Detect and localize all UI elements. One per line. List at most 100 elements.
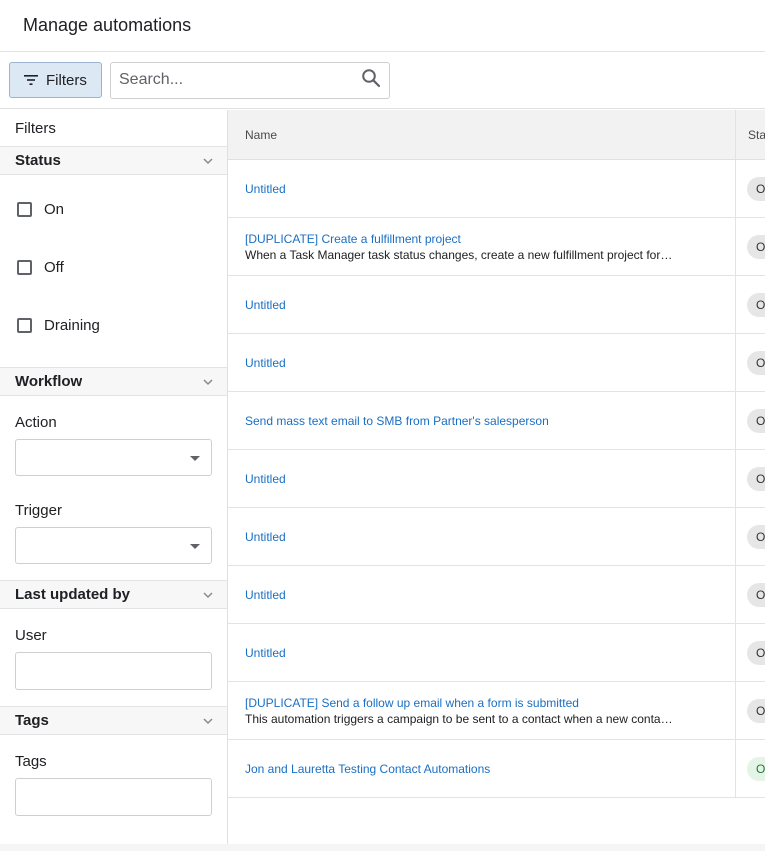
table-row[interactable]: [DUPLICATE] Send a follow up email when … [228, 682, 765, 740]
name-cell: [DUPLICATE] Send a follow up email when … [245, 682, 715, 739]
status-badge: O [747, 641, 765, 665]
column-divider [735, 508, 736, 565]
column-divider [735, 218, 736, 275]
last-updated-section-header[interactable]: Last updated by [0, 580, 227, 609]
checkbox[interactable] [17, 317, 32, 333]
table-header: Name Sta [228, 110, 765, 160]
name-cell: [DUPLICATE] Create a fulfillment project… [245, 218, 715, 275]
column-header-status[interactable]: Sta [748, 110, 765, 159]
workflow-section-label: Workflow [15, 373, 83, 390]
table-row[interactable]: Untitled O [228, 160, 765, 218]
chevron-down-icon[interactable] [201, 154, 215, 168]
tags-section-label: Tags [15, 712, 49, 729]
name-cell: Untitled [245, 624, 715, 681]
column-divider [735, 624, 736, 681]
automation-name-link[interactable]: Untitled [245, 645, 715, 661]
chevron-down-icon[interactable] [201, 375, 215, 389]
automation-name-link[interactable]: Send mass text email to SMB from Partner… [245, 413, 715, 429]
column-divider [735, 110, 736, 159]
status-badge: O [747, 409, 765, 433]
search-box[interactable] [110, 61, 390, 99]
name-cell: Send mass text email to SMB from Partner… [245, 392, 715, 449]
status-badge: O [747, 757, 765, 781]
column-divider [735, 682, 736, 739]
automation-name-link[interactable]: [DUPLICATE] Create a fulfillment project [245, 231, 715, 247]
automation-name-link[interactable]: Untitled [245, 355, 715, 371]
dropdown-caret-icon [190, 544, 200, 549]
status-badge: O [747, 699, 765, 723]
automation-name-link[interactable]: Untitled [245, 181, 715, 197]
name-cell: Untitled [245, 276, 715, 333]
status-badge: O [747, 583, 765, 607]
action-select[interactable] [15, 439, 212, 476]
tags-label: Tags [15, 753, 47, 770]
checkbox[interactable] [17, 259, 32, 275]
column-divider [735, 160, 736, 217]
filters-button[interactable]: Filters [9, 62, 102, 98]
table-row[interactable]: Send mass text email to SMB from Partner… [228, 392, 765, 450]
filter-icon [24, 75, 38, 85]
last-updated-section-label: Last updated by [15, 586, 131, 603]
automation-name-link[interactable]: Untitled [245, 529, 715, 545]
automations-table: Name Sta Untitled O [DUPLICATE] Create a f… [228, 110, 765, 844]
user-label: User [15, 627, 47, 644]
name-cell: Jon and Lauretta Testing Contact Automat… [245, 740, 715, 797]
sidebar-title: Filters [15, 119, 56, 137]
table-row[interactable]: Untitled O [228, 624, 765, 682]
checkbox-label: Off [44, 258, 64, 276]
tags-section-header[interactable]: Tags [0, 706, 227, 735]
name-cell: Untitled [245, 160, 715, 217]
automation-name-link[interactable]: Untitled [245, 471, 715, 487]
column-divider [735, 566, 736, 623]
automation-description: This automation triggers a campaign to b… [245, 711, 675, 726]
table-row[interactable]: Untitled O [228, 508, 765, 566]
status-badge: O [747, 351, 765, 375]
status-badge: O [747, 177, 765, 201]
status-section-label: Status [15, 152, 61, 169]
automation-name-link[interactable]: Untitled [245, 587, 715, 603]
automation-name-link[interactable]: Untitled [245, 297, 715, 313]
filters-button-label: Filters [46, 71, 87, 89]
status-section-header[interactable]: Status [0, 146, 227, 175]
table-body: Untitled O [DUPLICATE] Create a fulfillmen… [228, 160, 765, 798]
column-divider [735, 740, 736, 797]
chevron-down-icon[interactable] [201, 588, 215, 602]
status-option-draining[interactable]: Draining [0, 296, 227, 354]
action-label: Action [15, 414, 57, 431]
name-cell: Untitled [245, 334, 715, 391]
table-row[interactable]: Untitled O [228, 566, 765, 624]
toolbar: Filters [0, 52, 765, 109]
search-input[interactable] [119, 71, 361, 89]
checkbox-label: Draining [44, 316, 100, 334]
checkbox-label: On [44, 200, 65, 218]
tags-input[interactable] [15, 778, 212, 816]
automation-name-link[interactable]: [DUPLICATE] Send a follow up email when … [245, 695, 715, 711]
name-cell: Untitled [245, 508, 715, 565]
status-badge: O [747, 525, 765, 549]
workflow-section-header[interactable]: Workflow [0, 367, 227, 396]
chevron-down-icon[interactable] [201, 714, 215, 728]
column-header-name[interactable]: Name [245, 110, 277, 159]
name-cell: Untitled [245, 566, 715, 623]
table-row[interactable]: Untitled O [228, 450, 765, 508]
page-title: Manage automations [23, 15, 192, 35]
status-badge: O [747, 467, 765, 491]
automation-name-link[interactable]: Jon and Lauretta Testing Contact Automat… [245, 761, 715, 777]
column-divider [735, 276, 736, 333]
user-input[interactable] [15, 652, 212, 690]
table-row[interactable]: [DUPLICATE] Create a fulfillment project… [228, 218, 765, 276]
page-header: Manage automations [0, 0, 765, 52]
search-icon[interactable] [361, 68, 381, 93]
page-footer [0, 844, 765, 851]
checkbox[interactable] [17, 201, 32, 217]
table-row[interactable]: Jon and Lauretta Testing Contact Automat… [228, 740, 765, 798]
trigger-label: Trigger [15, 502, 62, 519]
table-row[interactable]: Untitled O [228, 334, 765, 392]
status-badge: O [747, 293, 765, 317]
table-row[interactable]: Untitled O [228, 276, 765, 334]
status-option-off[interactable]: Off [0, 238, 227, 296]
trigger-select[interactable] [15, 527, 212, 564]
column-divider [735, 392, 736, 449]
status-option-on[interactable]: On [0, 180, 227, 238]
automation-description: When a Task Manager task status changes,… [245, 247, 675, 262]
